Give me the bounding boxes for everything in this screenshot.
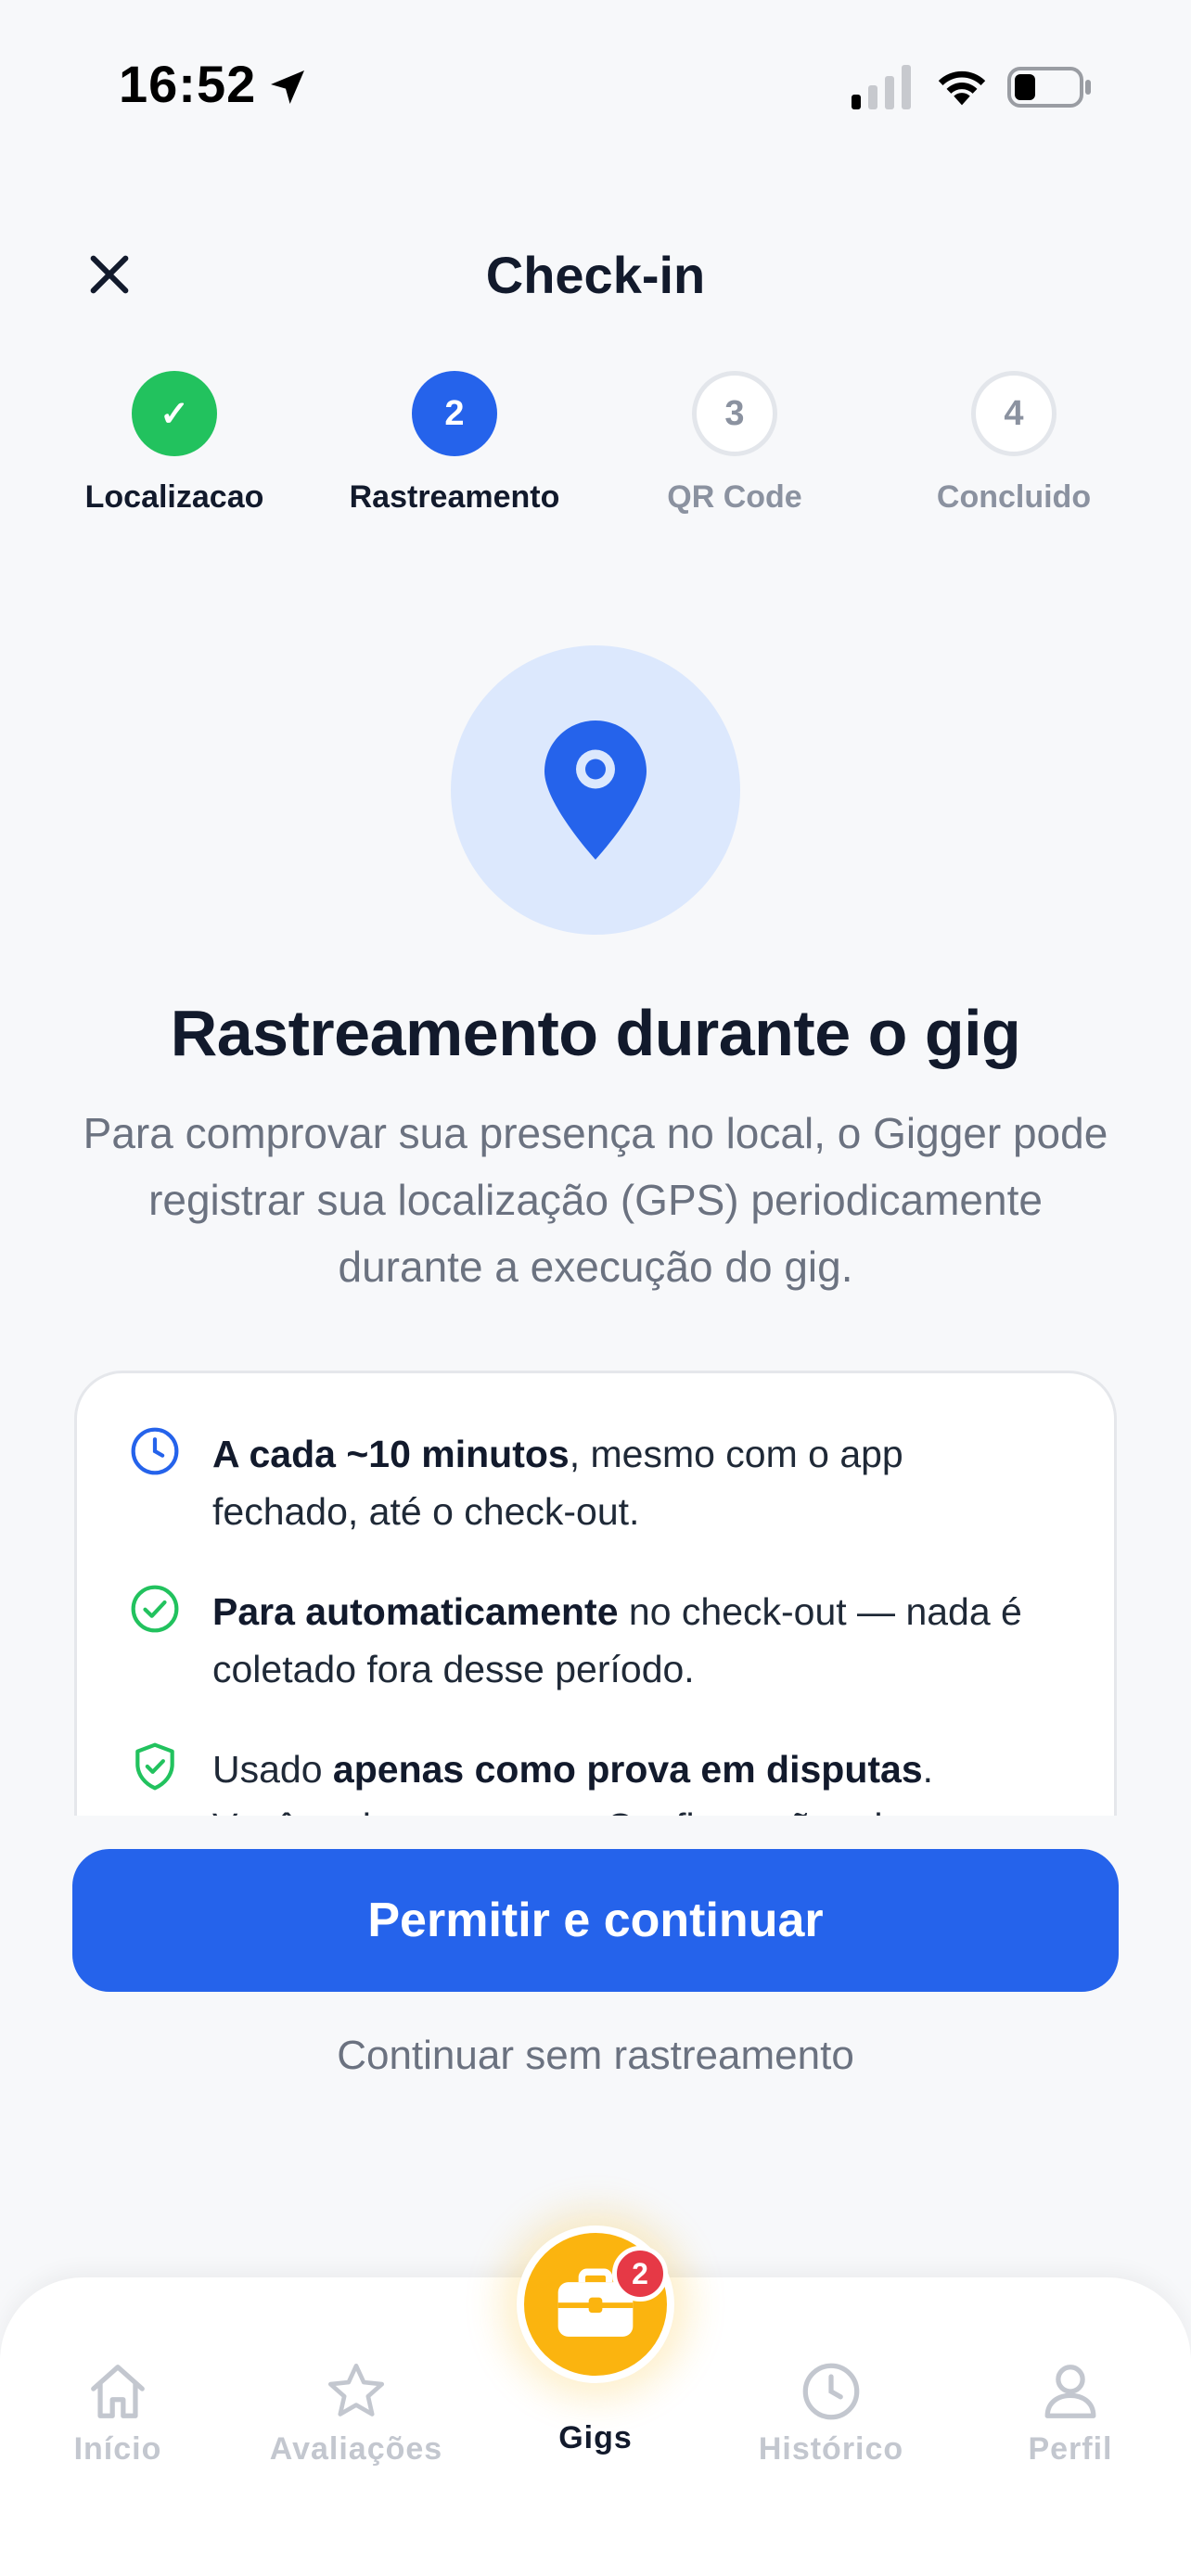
info-item-frequency: A cada ~10 minutos, mesmo com o app fech… bbox=[129, 1425, 1058, 1540]
status-time: 16:52 bbox=[119, 55, 257, 113]
shield-check-icon bbox=[135, 1742, 174, 1791]
step-label: QR Code bbox=[667, 479, 802, 515]
step-rastreamento: 2 Rastreamento bbox=[315, 371, 594, 517]
nav-label: Início bbox=[73, 2431, 162, 2467]
notification-badge: 2 bbox=[612, 2246, 668, 2302]
allow-continue-button[interactable]: Permitir e continuar bbox=[72, 1849, 1119, 1992]
info-continuation: Você pode revogar em Configurações do bbox=[212, 1805, 903, 1816]
step-label: Localizacao bbox=[84, 479, 264, 515]
cellular-signal-icon bbox=[852, 65, 911, 109]
continue-without-tracking-button[interactable]: Continuar sem rastreamento bbox=[0, 2033, 1191, 2079]
check-circle-icon bbox=[131, 1585, 179, 1633]
step-label: Rastreamento bbox=[349, 479, 560, 515]
step-concluido: 4 Concluido bbox=[875, 371, 1153, 517]
step-check-icon: ✓ bbox=[132, 371, 217, 456]
clock-icon bbox=[802, 2363, 860, 2420]
hero-title: Rastreamento durante o gig bbox=[170, 997, 1021, 1069]
home-icon bbox=[91, 2365, 145, 2418]
nav-item-perfil[interactable]: Perfil bbox=[978, 2359, 1163, 2468]
step-number: 3 bbox=[692, 371, 777, 456]
step-qr-code: 3 QR Code bbox=[596, 371, 874, 517]
tracking-info-card[interactable]: A cada ~10 minutos, mesmo com o app fech… bbox=[74, 1371, 1117, 1816]
nav-item-inicio[interactable]: Início bbox=[25, 2359, 211, 2468]
hero-illustration bbox=[451, 645, 740, 935]
info-text: . bbox=[922, 1748, 934, 1791]
star-icon bbox=[327, 2363, 385, 2417]
step-number: 2 bbox=[412, 371, 497, 456]
info-prefix: Usado bbox=[212, 1748, 333, 1791]
check-in-stepper: ✓ Localizacao 2 Rastreamento 3 QR Code 4… bbox=[0, 371, 1191, 556]
map-pin-icon bbox=[544, 721, 647, 860]
page-title: Check-in bbox=[485, 246, 706, 304]
step-number: 4 bbox=[971, 371, 1057, 456]
nav-item-historico[interactable]: Histórico bbox=[738, 2359, 924, 2468]
nav-label: Avaliações bbox=[269, 2431, 443, 2467]
user-icon bbox=[1044, 2365, 1096, 2418]
status-bar: 16:52 bbox=[0, 0, 1191, 176]
info-bold: Para automaticamente bbox=[212, 1590, 619, 1633]
hero-description: Para comprovar sua presença no local, o … bbox=[83, 1109, 1108, 1291]
location-arrow-icon bbox=[271, 70, 304, 104]
nav-item-avaliacoes[interactable]: Avaliações bbox=[263, 2359, 449, 2468]
step-localizacao: ✓ Localizacao bbox=[35, 371, 314, 517]
info-item-auto-stop: Para automaticamente no check-out — nada… bbox=[129, 1583, 1058, 1698]
nav-label-gigs: Gigs bbox=[558, 2420, 633, 2455]
battery-icon bbox=[1007, 67, 1091, 108]
nav-label: Perfil bbox=[1028, 2431, 1113, 2467]
clock-icon bbox=[131, 1427, 179, 1475]
step-label: Concluido bbox=[936, 479, 1092, 515]
nav-label: Histórico bbox=[758, 2431, 904, 2467]
info-bold: A cada ~10 minutos bbox=[212, 1433, 570, 1475]
info-item-usage: Usado apenas como prova em disputas. Você… bbox=[129, 1741, 1058, 1816]
wifi-icon bbox=[938, 70, 986, 106]
info-bold: apenas como prova em disputas bbox=[332, 1748, 923, 1791]
